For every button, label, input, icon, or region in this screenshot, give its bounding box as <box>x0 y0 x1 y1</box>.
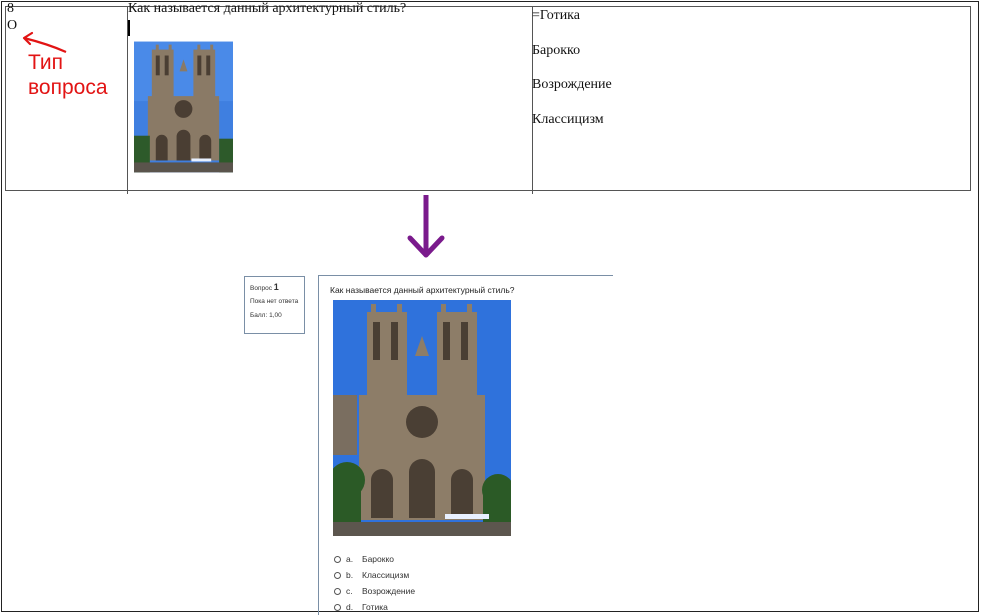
table-column-divider <box>532 7 533 194</box>
question-type-code: O <box>7 18 18 33</box>
question-label: Вопрос 1 <box>250 282 279 293</box>
radio-button[interactable] <box>334 571 341 579</box>
question-mark: Балл: 1,00 <box>250 312 282 319</box>
option-label: Классицизм <box>362 570 410 580</box>
answer-option[interactable]: b. Классицизм <box>334 569 409 581</box>
source-answer: Барокко <box>532 43 581 58</box>
source-answer: Возрождение <box>532 77 612 92</box>
source-answer: Классицизм <box>532 112 604 127</box>
radio-button[interactable] <box>334 603 341 611</box>
down-arrow-icon <box>407 195 445 258</box>
table-row-divider <box>6 190 970 191</box>
annotation-line: Тип <box>28 51 64 74</box>
question-state: Пока нет ответа <box>250 298 299 305</box>
option-label: Барокко <box>362 554 395 564</box>
question-info-box: Вопрос 1 Пока нет ответа Балл: 1,00 <box>244 276 305 334</box>
source-answer-correct: =Готика <box>532 8 580 23</box>
annotation-line: вопроса <box>28 76 108 99</box>
cathedral-image-large <box>333 300 511 536</box>
answer-option[interactable]: d. Готика <box>334 601 388 613</box>
question-number: 8 <box>7 1 14 16</box>
text-cursor <box>128 20 130 36</box>
radio-button[interactable] <box>334 587 341 595</box>
question-type-annotation: Тип вопроса <box>28 50 108 100</box>
radio-button[interactable] <box>334 555 341 563</box>
option-label: Готика <box>362 602 388 612</box>
cathedral-image-small <box>134 41 233 173</box>
answer-option[interactable]: a. Барокко <box>334 553 394 565</box>
source-question-text[interactable]: Как называется данный архитектурный стил… <box>128 1 406 17</box>
option-label: Возрождение <box>362 586 416 596</box>
answer-option[interactable]: c. Возрождение <box>334 585 415 597</box>
question-prompt: Как называется данный архитектурный стил… <box>330 285 515 295</box>
